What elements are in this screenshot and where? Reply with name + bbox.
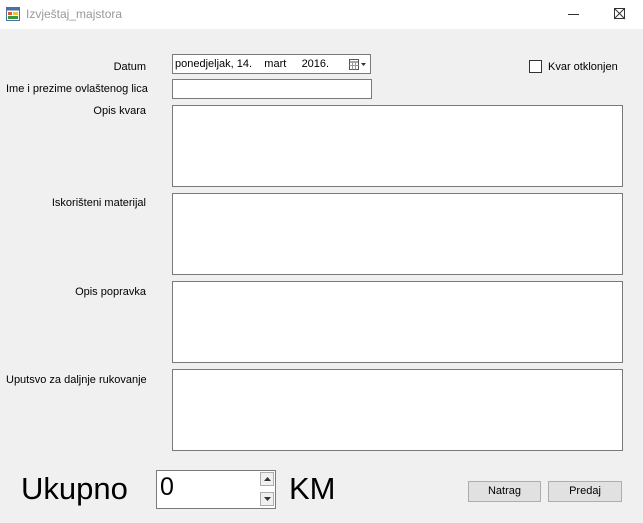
materijal-label: Iskorišteni materijal (51, 197, 146, 209)
ime-input[interactable] (172, 79, 372, 99)
datum-label: Datum (113, 61, 146, 73)
uputstvo-label: Uputsvo za daljnje rukovanje (6, 374, 147, 386)
opis-popravka-label: Opis popravka (75, 286, 146, 298)
natrag-button[interactable]: Natrag (468, 481, 541, 502)
opis-kvara-textarea[interactable] (172, 105, 623, 187)
amount-value: 0 (160, 473, 174, 501)
currency-label: KM (289, 471, 336, 506)
materijal-textarea[interactable] (172, 193, 623, 275)
spin-down-button[interactable] (260, 492, 274, 506)
close-button[interactable] (597, 0, 643, 29)
spin-up-button[interactable] (260, 472, 274, 486)
ukupno-label: Ukupno (21, 471, 128, 506)
kvar-otklonjen-label: Kvar otklonjen (548, 61, 618, 73)
opis-popravka-textarea[interactable] (172, 281, 623, 363)
app-form-icon (6, 7, 20, 21)
arrow-up-icon (264, 477, 271, 481)
uputstvo-textarea[interactable] (172, 369, 623, 451)
calendar-dropdown-icon[interactable] (349, 58, 367, 70)
kvar-otklonjen-checkbox[interactable] (529, 60, 542, 73)
amount-stepper[interactable]: 0 (156, 470, 276, 509)
close-icon (614, 8, 626, 20)
predaj-button[interactable]: Predaj (548, 481, 622, 502)
opis-kvara-label: Opis kvara (93, 105, 146, 117)
ime-label: Ime i prezime ovlaštenog lica (6, 83, 148, 95)
title-bar: Izvještaj_majstora (0, 0, 643, 29)
datum-picker[interactable]: ponedjeljak, 14. mart 2016. (172, 54, 371, 74)
datum-value: ponedjeljak, 14. mart 2016. (175, 58, 330, 70)
window-title: Izvještaj_majstora (26, 7, 123, 21)
arrow-down-icon (264, 497, 271, 501)
